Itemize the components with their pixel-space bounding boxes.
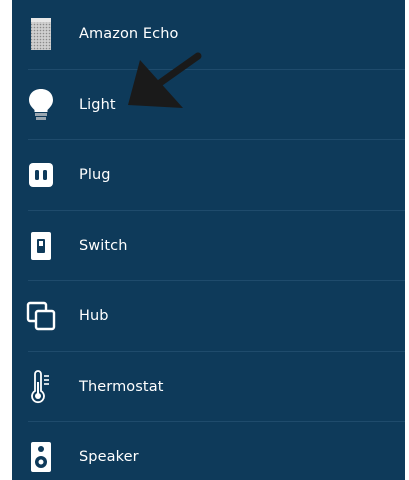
device-item-label: Light — [79, 96, 116, 113]
speaker-icon — [26, 440, 56, 474]
hub-icon — [26, 299, 56, 333]
device-item-label: Speaker — [79, 449, 139, 466]
echo-speaker-icon — [26, 17, 56, 51]
device-item-label: Switch — [79, 237, 128, 254]
device-item-label: Amazon Echo — [79, 26, 179, 43]
device-item-thermostat[interactable]: Thermostat — [12, 352, 405, 423]
device-item-switch[interactable]: Switch — [12, 211, 405, 282]
device-item-amazon-echo[interactable]: Amazon Echo — [12, 0, 405, 70]
device-item-light[interactable]: Light — [12, 70, 405, 141]
device-item-speaker[interactable]: Speaker — [12, 422, 405, 480]
device-item-label: Hub — [79, 308, 109, 325]
plug-icon — [26, 158, 56, 192]
lightbulb-icon — [26, 88, 56, 122]
device-type-list: Amazon Echo Light Plug Switch Hub Thermo… — [12, 0, 405, 480]
device-item-label: Thermostat — [79, 378, 164, 395]
device-item-label: Plug — [79, 167, 111, 184]
device-item-plug[interactable]: Plug — [12, 140, 405, 211]
device-type-panel: Amazon Echo Light Plug Switch Hub Thermo… — [12, 0, 405, 480]
thermometer-icon — [26, 369, 56, 404]
device-item-hub[interactable]: Hub — [12, 281, 405, 352]
switch-icon — [26, 229, 56, 263]
